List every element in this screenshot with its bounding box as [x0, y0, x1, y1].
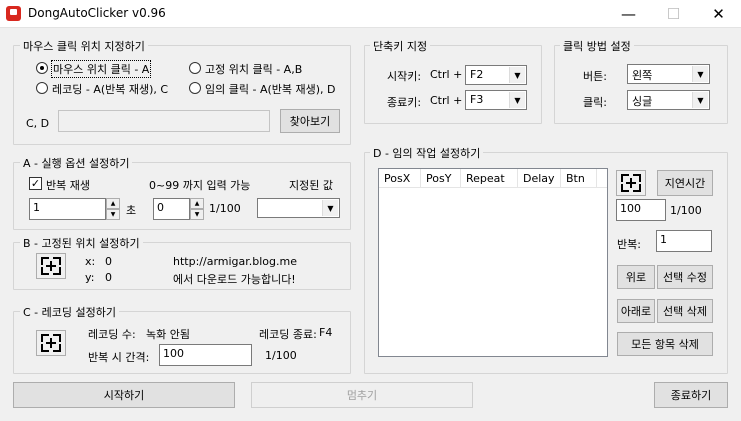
repeat-checkbox[interactable]: ✓ — [29, 177, 42, 190]
crosshair-icon[interactable] — [36, 330, 66, 356]
stop-button: 멈추기 — [251, 382, 473, 408]
click-type-label: 클릭: — [583, 96, 607, 109]
radio-fixed-position[interactable] — [189, 62, 201, 74]
exit-button[interactable]: 종료하기 — [654, 382, 728, 408]
mouse-button-value: 왼쪽 — [632, 69, 653, 82]
fraction-unit: 1/100 — [209, 202, 241, 215]
y-value: 0 — [105, 271, 112, 284]
column-header-delay[interactable]: Delay — [518, 169, 561, 187]
interval-label: 반복 시 간격: — [88, 351, 150, 364]
interval-input[interactable]: 100 — [159, 344, 252, 366]
window-title: DongAutoClicker v0.96 — [28, 6, 166, 20]
radio-fixed-position-label[interactable]: 고정 위치 클릭 - A,B — [205, 61, 302, 77]
fraction-spin-up[interactable]: ▲ — [190, 198, 204, 209]
recording-group-title: C - 레코딩 설정하기 — [20, 304, 119, 320]
radio-recording-label[interactable]: 레코딩 - A(반복 재생), C — [52, 81, 168, 97]
hotkey-group-title: 단축키 지정 — [370, 38, 431, 54]
stop-key-value: F3 — [470, 93, 484, 106]
recording-end-label: 레코딩 종료: — [259, 328, 317, 341]
chevron-down-icon: ▼ — [692, 92, 708, 108]
column-header-repeat[interactable]: Repeat — [461, 169, 518, 187]
fixed-position-group-title: B - 고정된 위치 설정하기 — [20, 235, 143, 251]
task-list[interactable]: PosX PosY Repeat Delay Btn — [378, 168, 608, 357]
maximize-button: ☐ — [666, 5, 681, 23]
chevron-down-icon: ▼ — [509, 67, 525, 83]
delay-input[interactable]: 100 — [616, 199, 666, 221]
seconds-unit: 초 — [126, 204, 137, 217]
start-key-label: 시작키: — [387, 70, 422, 83]
radio-recording[interactable] — [36, 82, 48, 94]
seconds-spin-up[interactable]: ▲ — [106, 198, 120, 209]
mouse-button-label: 버튼: — [583, 70, 607, 83]
mouse-position-group-title: 마우스 클릭 위치 지정하기 — [20, 38, 148, 54]
options-group-title: A - 실행 옵션 설정하기 — [20, 155, 133, 171]
column-header-posy[interactable]: PosY — [421, 169, 461, 187]
click-type-value: 싱글 — [632, 95, 653, 108]
delete-selected-button[interactable]: 선택 삭제 — [657, 299, 713, 323]
x-value: 0 — [105, 255, 112, 268]
stop-key-label: 종료키: — [387, 96, 422, 109]
start-key-modifier: Ctrl + — [430, 68, 463, 81]
range-hint: 0~99 까지 입력 가능 — [149, 179, 251, 192]
cd-path-input — [58, 110, 270, 132]
interval-unit: 1/100 — [265, 349, 297, 362]
download-text: 에서 다운로드 가능합니다! — [173, 273, 296, 286]
title-bar: DongAutoClicker v0.96 — ☐ ✕ — [0, 0, 741, 28]
recording-count-label: 레코딩 수: — [88, 328, 136, 341]
fraction-spin-down[interactable]: ▼ — [190, 209, 204, 220]
seconds-input[interactable]: 1 — [29, 198, 106, 220]
chevron-down-icon: ▼ — [509, 92, 525, 108]
repeat-checkbox-label[interactable]: 반복 재생 — [46, 177, 90, 193]
chevron-down-icon: ▼ — [322, 200, 338, 216]
move-up-button[interactable]: 위로 — [617, 265, 655, 289]
mouse-button-select[interactable]: 왼쪽 ▼ — [627, 64, 710, 84]
random-repeat-input[interactable]: 1 — [656, 230, 712, 252]
task-list-header: PosX PosY Repeat Delay Btn — [379, 169, 607, 188]
click-method-group-title: 클릭 방법 설정 — [560, 38, 634, 54]
radio-current-position-label[interactable]: 마우스 위치 클릭 - A — [50, 60, 152, 78]
edit-selected-button[interactable]: 선택 수정 — [657, 265, 713, 289]
column-header-posx[interactable]: PosX — [379, 169, 421, 187]
specified-value-select[interactable]: ▼ — [257, 198, 340, 218]
move-down-button[interactable]: 아래로 — [617, 299, 655, 323]
browse-button[interactable]: 찾아보기 — [280, 109, 340, 133]
recording-end-key: F4 — [319, 326, 333, 339]
stop-key-select[interactable]: F3 ▼ — [465, 90, 527, 110]
x-label: x: — [85, 255, 96, 268]
click-method-group — [554, 45, 728, 124]
delay-unit: 1/100 — [670, 204, 702, 217]
blog-url[interactable]: http://armigar.blog.me — [173, 255, 297, 268]
radio-current-position[interactable] — [36, 62, 48, 74]
delete-all-button[interactable]: 모든 항목 삭제 — [617, 332, 713, 356]
cd-label: C, D — [26, 117, 50, 130]
y-label: y: — [85, 271, 95, 284]
fraction-input[interactable]: 0 — [153, 198, 190, 220]
stop-key-modifier: Ctrl + — [430, 94, 463, 107]
minimize-button[interactable]: — — [606, 0, 651, 28]
close-button[interactable]: ✕ — [696, 0, 741, 28]
start-key-value: F2 — [470, 68, 484, 81]
column-header-btn[interactable]: Btn — [561, 169, 597, 187]
crosshair-icon[interactable] — [616, 170, 646, 196]
random-repeat-label: 반복: — [617, 238, 641, 251]
chevron-down-icon: ▼ — [692, 66, 708, 82]
seconds-spin-down[interactable]: ▼ — [106, 209, 120, 220]
recording-count-value: 녹화 안됨 — [146, 328, 190, 341]
specified-value-label: 지정된 값 — [289, 179, 333, 192]
click-type-select[interactable]: 싱글 ▼ — [627, 90, 710, 110]
start-key-select[interactable]: F2 ▼ — [465, 65, 527, 85]
start-button[interactable]: 시작하기 — [13, 382, 235, 408]
radio-random-click-label[interactable]: 임의 클릭 - A(반복 재생), D — [205, 81, 336, 97]
crosshair-icon[interactable] — [36, 253, 66, 279]
random-task-group-title: D - 임의 작업 설정하기 — [370, 145, 484, 161]
delay-button[interactable]: 지연시간 — [657, 170, 713, 196]
radio-random-click[interactable] — [189, 82, 201, 94]
app-icon — [6, 6, 21, 21]
